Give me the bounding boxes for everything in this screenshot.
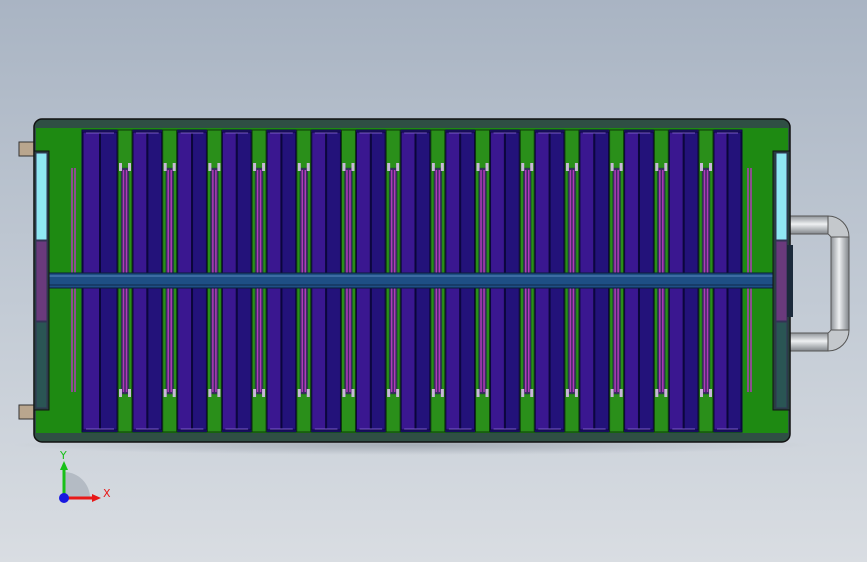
y-axis-arrow: [60, 461, 68, 470]
y-axis-label: Y: [59, 449, 67, 462]
x-axis-arrow: [92, 494, 101, 502]
axis-triad-arc: [64, 472, 90, 498]
z-axis-dot: [59, 493, 69, 503]
cad-viewport[interactable]: Y X: [0, 0, 867, 562]
axis-triad: Y X: [59, 449, 111, 503]
x-axis-label: X: [103, 487, 111, 500]
